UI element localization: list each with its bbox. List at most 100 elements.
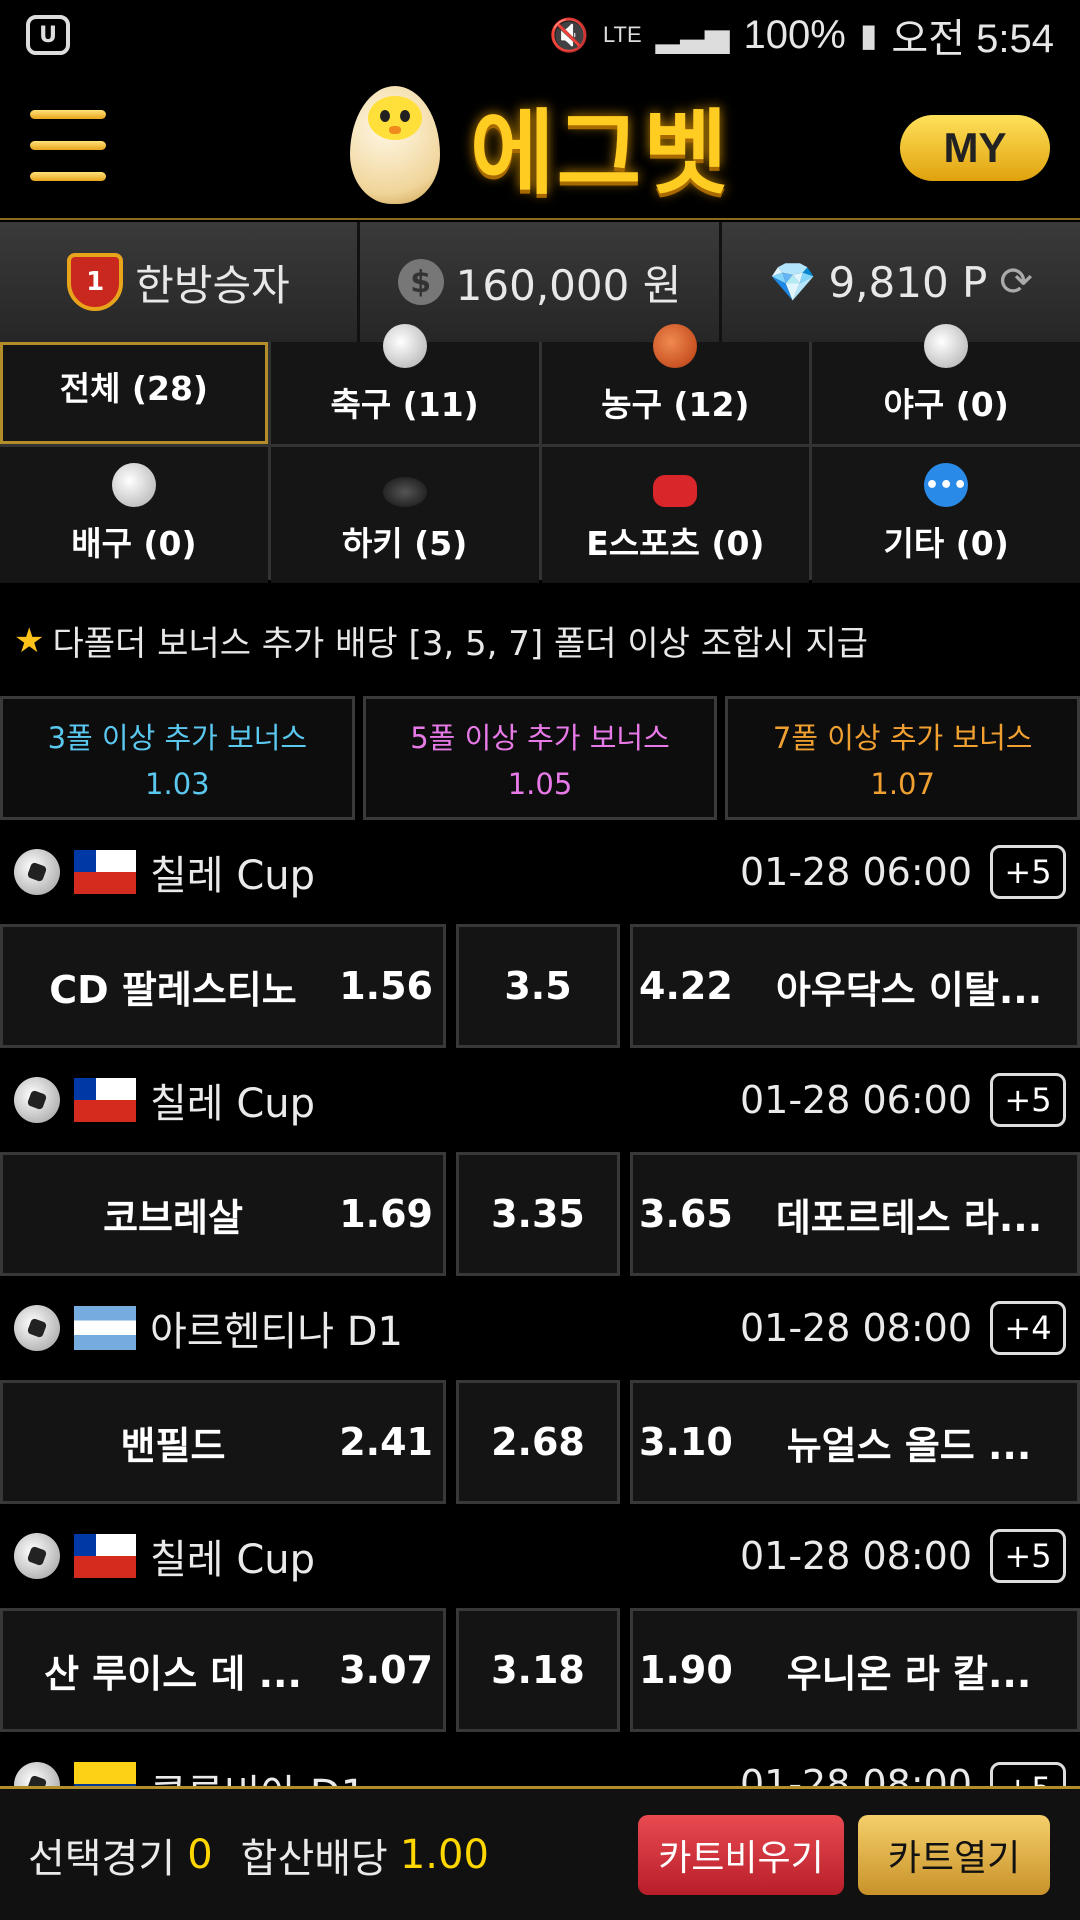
- bonus-note: ★ 다폴더 보너스 추가 배당 [3, 5, 7] 폴더 이상 조합시 지급: [14, 616, 868, 665]
- bonus-note-text: 다폴더 보너스 추가 배당 [3, 5, 7] 폴더 이상 조합시 지급: [52, 624, 868, 664]
- category-soccer[interactable]: 축구 (11): [270, 324, 539, 444]
- status-bar: U 🔇 LTE ▂▃▅ 100% ▮ 오전 5:54: [0, 0, 1080, 70]
- away-odd-button[interactable]: 4.22 아우닥스 이탈...: [630, 924, 1080, 1048]
- username: 한방승자: [135, 260, 290, 310]
- away-team: 우니온 라 칼...: [786, 1651, 1032, 1696]
- match-time: 01-28 06:00: [739, 850, 972, 894]
- category-all[interactable]: 전체 (28): [0, 342, 268, 444]
- match-row: 산 루이스 데 ... 3.07 3.18 1.90 우니온 라 칼...: [0, 1608, 1080, 1732]
- soccer-ball-icon: [382, 324, 427, 368]
- category-etc[interactable]: ••• 기타 (0): [812, 447, 1080, 583]
- signal-icon: ▂▃▅: [655, 17, 730, 53]
- draw-odd: 3.18: [491, 1648, 585, 1692]
- clear-cart-button[interactable]: 카트비우기: [638, 1815, 844, 1895]
- star-icon: ★: [14, 620, 45, 661]
- total-odds-label: 합산배당: [240, 1835, 388, 1882]
- draw-odd: 3.5: [504, 964, 572, 1008]
- match-time: 01-28 08:00: [739, 1762, 972, 1786]
- my-button[interactable]: MY: [900, 115, 1050, 181]
- home-team: CD 팔레스티노: [49, 967, 297, 1012]
- category-label: E스포츠 (0): [586, 524, 765, 563]
- gamepad-icon: [653, 475, 698, 507]
- bonus-title: 3폴 이상 추가 보너스: [47, 721, 308, 755]
- basketball-icon: [653, 324, 698, 368]
- category-label: 농구 (12): [601, 385, 750, 424]
- more-markets-button[interactable]: +5: [990, 845, 1066, 899]
- draw-odd-button[interactable]: 3.18: [456, 1608, 620, 1732]
- diamond-icon: 💎: [769, 259, 817, 304]
- chile-flag-icon: [74, 1534, 136, 1578]
- away-team: 뉴얼스 올드 ...: [786, 1423, 1032, 1468]
- league-name: 아르헨티나 D1: [150, 1309, 403, 1355]
- argentina-flag-icon: [74, 1306, 136, 1350]
- draw-odd-button[interactable]: 3.5: [456, 924, 620, 1048]
- away-odd-button[interactable]: 3.65 데포르테스 라...: [630, 1152, 1080, 1276]
- league-header: 칠레 Cup 01-28 06:00 +5: [0, 1050, 1080, 1150]
- home-team: 코브레살: [103, 1195, 243, 1240]
- match-row: CD 팔레스티노 1.56 3.5 4.22 아우닥스 이탈...: [0, 924, 1080, 1048]
- draw-odd-button[interactable]: 2.68: [456, 1380, 620, 1504]
- home-odd: 2.41: [339, 1420, 433, 1464]
- away-team: 아우닥스 이탈...: [775, 967, 1043, 1012]
- match-row: 코브레살 1.69 3.35 3.65 데포르테스 라...: [0, 1152, 1080, 1276]
- category-baseball[interactable]: 야구 (0): [812, 324, 1080, 444]
- more-markets-button[interactable]: +5: [990, 1073, 1066, 1127]
- category-label: 야구 (0): [883, 385, 1009, 424]
- away-odd-button[interactable]: 1.90 우니온 라 칼...: [630, 1608, 1080, 1732]
- draw-odd: 2.68: [491, 1420, 585, 1464]
- away-odd-button[interactable]: 3.10 뉴얼스 올드 ...: [630, 1380, 1080, 1504]
- away-odd: 3.10: [639, 1420, 733, 1464]
- category-volleyball[interactable]: 배구 (0): [0, 447, 268, 583]
- away-odd: 4.22: [639, 964, 733, 1008]
- draw-odd: 3.35: [491, 1192, 585, 1236]
- user-info-bar: 1 한방승자 $ 160,000 원 💎 9,810 P ⟳: [0, 222, 1080, 342]
- soccer-ball-icon: [14, 1762, 60, 1786]
- more-markets-button[interactable]: +5: [990, 1529, 1066, 1583]
- bonus-value: 1.07: [870, 767, 935, 801]
- league-header: 아르헨티나 D1 01-28 08:00 +4: [0, 1278, 1080, 1378]
- home-odd-button[interactable]: 밴필드 2.41: [0, 1380, 446, 1504]
- mute-icon: 🔇: [549, 17, 589, 53]
- user-rank-cell: 1 한방승자: [0, 222, 360, 342]
- away-odd: 1.90: [639, 1648, 733, 1692]
- home-team: 산 루이스 데 ...: [44, 1651, 302, 1696]
- away-odd: 3.65: [639, 1192, 733, 1236]
- more-markets-button[interactable]: +5: [990, 1762, 1066, 1786]
- home-odd-button[interactable]: CD 팔레스티노 1.56: [0, 924, 446, 1048]
- match-time: 01-28 08:00: [739, 1534, 972, 1578]
- chile-flag-icon: [74, 1078, 136, 1122]
- soccer-ball-icon: [14, 849, 60, 895]
- league-header-partial: 콜롬비아 D1 01-28 08:00 +5: [0, 1734, 1080, 1786]
- category-esports[interactable]: E스포츠 (0): [541, 447, 810, 583]
- menu-icon[interactable]: [30, 110, 106, 181]
- open-cart-button[interactable]: 카트열기: [858, 1815, 1050, 1895]
- home-odd-button[interactable]: 산 루이스 데 ... 3.07: [0, 1608, 446, 1732]
- balance-value: 160,000 원: [455, 260, 682, 310]
- logo[interactable]: 에그벳: [350, 82, 730, 208]
- bonus-7-fold: 7폴 이상 추가 보너스 1.07: [725, 696, 1080, 820]
- away-team: 데포르테스 라...: [775, 1195, 1043, 1240]
- selected-games-count: 0: [187, 1831, 213, 1878]
- soccer-ball-icon: [14, 1077, 60, 1123]
- league-name: 칠레 Cup: [150, 1537, 315, 1583]
- bonus-title: 5폴 이상 추가 보너스: [410, 721, 670, 755]
- league-header: 칠레 Cup 01-28 08:00 +5: [0, 1506, 1080, 1606]
- more-markets-button[interactable]: +4: [990, 1301, 1066, 1355]
- baseball-icon: [924, 324, 969, 368]
- bonus-5-fold: 5폴 이상 추가 보너스 1.05: [362, 696, 718, 820]
- rank-badge-icon: 1: [67, 253, 124, 311]
- category-basketball[interactable]: 농구 (12): [541, 324, 810, 444]
- battery-percent: 100%: [743, 12, 846, 57]
- match-row: 밴필드 2.41 2.68 3.10 뉴얼스 올드 ...: [0, 1380, 1080, 1504]
- bonus-value: 1.03: [145, 767, 210, 801]
- home-odd-button[interactable]: 코브레살 1.69: [0, 1152, 446, 1276]
- category-label: 전체 (28): [59, 369, 209, 408]
- points-value: 9,810 P: [828, 257, 988, 307]
- category-hockey[interactable]: 하키 (5): [270, 447, 539, 583]
- carrier-icon: U: [26, 15, 70, 55]
- network-label: LTE: [602, 22, 642, 47]
- draw-odd-button[interactable]: 3.35: [456, 1152, 620, 1276]
- refresh-icon[interactable]: ⟳: [999, 259, 1033, 305]
- more-dots-icon: •••: [924, 463, 969, 507]
- soccer-ball-icon: [14, 1533, 60, 1579]
